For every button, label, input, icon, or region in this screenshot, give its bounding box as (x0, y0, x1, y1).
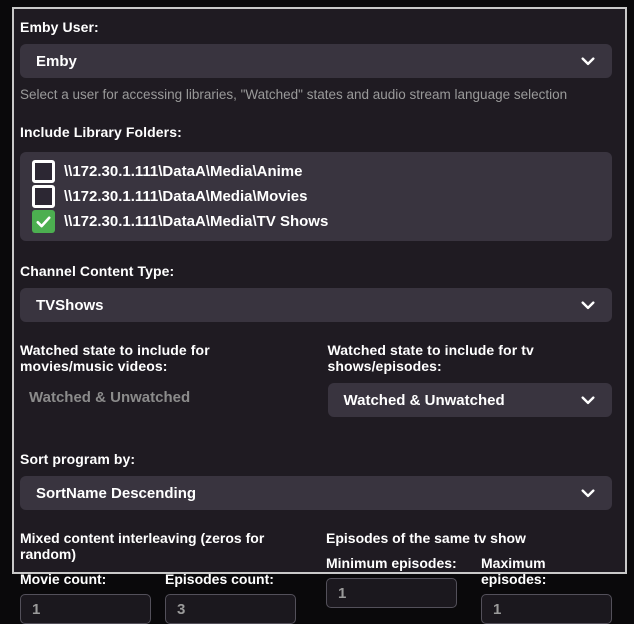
library-folder-row[interactable]: \\172.30.1.111\DataA\Media\Anime (32, 159, 602, 184)
minimum-episodes-input[interactable] (326, 578, 457, 608)
library-folder-row[interactable]: \\172.30.1.111\DataA\Media\Movies (32, 184, 602, 209)
watched-state-section: Watched state to include for movies/musi… (20, 342, 612, 417)
channel-content-type-value: TVShows (36, 296, 104, 314)
movie-count-input[interactable] (20, 594, 151, 624)
emby-user-help: Select a user for accessing libraries, "… (20, 87, 568, 102)
chevron-down-icon (581, 300, 595, 310)
interleaving-group: Mixed content interleaving (zeros for ra… (20, 530, 303, 624)
sort-by-value: SortName Descending (36, 484, 197, 502)
watched-tv-label: Watched state to include for tv shows/ep… (327, 342, 534, 374)
chevron-down-icon (581, 488, 595, 498)
sort-by-select[interactable]: SortName Descending (20, 476, 612, 510)
settings-panel: Emby User: Emby Select a user for access… (12, 7, 627, 624)
emby-user-section: Emby User: Emby Select a user for access… (20, 19, 612, 102)
checkbox-tv-shows[interactable] (32, 210, 55, 233)
channel-content-type-section: Channel Content Type: TVShows (20, 263, 612, 322)
checkbox-movies[interactable] (32, 185, 55, 208)
watched-tv-column: Watched state to include for tv shows/ep… (327, 342, 612, 417)
folder-path: \\172.30.1.111\DataA\Media\Anime (64, 163, 303, 180)
library-folders-list: \\172.30.1.111\DataA\Media\Anime \\172.3… (20, 152, 612, 241)
maximum-episodes-input[interactable] (481, 594, 612, 624)
movie-count-label: Movie count: (20, 571, 107, 587)
library-folders-label: Include Library Folders: (20, 124, 182, 140)
channel-content-type-select[interactable]: TVShows (20, 288, 612, 322)
same-show-group-label: Episodes of the same tv show (326, 530, 526, 546)
minimum-episodes-field: Minimum episodes: (326, 555, 481, 624)
episodes-count-input[interactable] (165, 594, 296, 624)
emby-user-label: Emby User: (20, 19, 99, 35)
episodes-count-label: Episodes count: (165, 571, 274, 587)
watched-movies-select-disabled: Watched & Unwatched (29, 389, 191, 406)
channel-content-type-label: Channel Content Type: (20, 263, 175, 279)
check-icon (36, 215, 51, 227)
sort-section: Sort program by: SortName Descending (20, 451, 612, 510)
watched-movies-label: Watched state to include for movies/musi… (20, 342, 210, 374)
maximum-episodes-field: Maximum episodes: (481, 555, 612, 624)
watched-movies-column: Watched state to include for movies/musi… (20, 342, 305, 417)
sort-by-label: Sort program by: (20, 451, 136, 467)
maximum-episodes-label: Maximum episodes: (481, 555, 547, 587)
folder-path: \\172.30.1.111\DataA\Media\Movies (64, 188, 308, 205)
watched-tv-select[interactable]: Watched & Unwatched (327, 383, 612, 417)
minimum-episodes-label: Minimum episodes: (326, 555, 457, 571)
emby-user-select[interactable]: Emby (20, 44, 612, 78)
library-folders-section: Include Library Folders: \\172.30.1.111\… (20, 124, 612, 241)
bottom-section: Mixed content interleaving (zeros for ra… (20, 530, 612, 624)
interleaving-group-label: Mixed content interleaving (zeros for ra… (20, 530, 265, 562)
same-show-group: Episodes of the same tv show Minimum epi… (326, 530, 612, 624)
chevron-down-icon (581, 395, 595, 405)
watched-tv-value: Watched & Unwatched (343, 391, 505, 409)
library-folder-row[interactable]: \\172.30.1.111\DataA\Media\TV Shows (32, 209, 602, 234)
emby-user-value: Emby (36, 52, 77, 70)
folder-path: \\172.30.1.111\DataA\Media\TV Shows (64, 213, 329, 230)
checkbox-anime[interactable] (32, 160, 55, 183)
chevron-down-icon (581, 56, 595, 66)
